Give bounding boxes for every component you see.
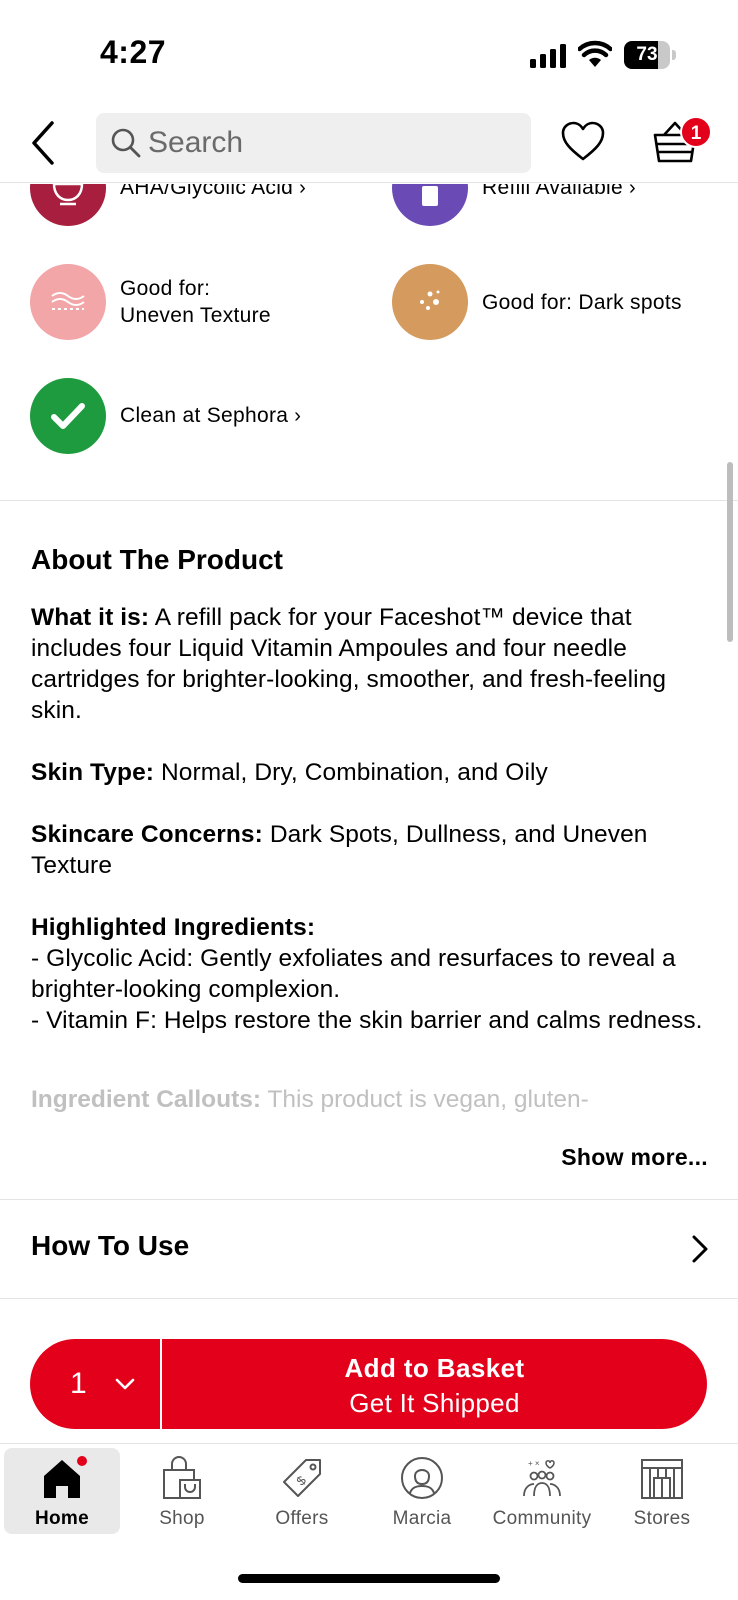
feature-label: AHA/Glycolic Acid [120,184,294,199]
add-to-basket-label: Add to Basket [344,1353,525,1383]
nav-label: Home [35,1508,89,1529]
texture-icon [30,264,106,340]
show-more-link[interactable]: Show more... [561,1144,708,1171]
basket-count-badge: 1 [680,116,712,148]
ingredient-item: - Glycolic Acid: Gently exfoliates and r… [31,945,676,1003]
feature-label-line2: Uneven Texture [120,304,271,327]
chevron-right-icon: › [629,184,636,199]
highlighted-ingredients: Highlighted Ingredients: - Glycolic Acid… [31,912,711,1036]
dots-icon [392,264,468,340]
feature-dark-spots: Good for: Dark spots [392,264,682,340]
shipping-label: Get It Shipped [349,1388,520,1418]
chevron-right-icon: › [294,405,302,427]
what-label: What it is: [31,604,150,631]
quantity-selector[interactable]: 1 [30,1339,160,1429]
tag-icon: $ [283,1459,321,1497]
community-icon: + × [523,1459,561,1497]
nav-label: Offers [275,1508,329,1529]
how-to-use-label: How To Use [31,1230,190,1261]
svg-text:+ ×: + × [528,1459,540,1468]
ingredient-item: - Vitamin F: Helps restore the skin barr… [31,1007,703,1034]
ingredient-callouts: Ingredient Callouts: This product is veg… [31,1084,711,1115]
feature-label: Clean at Sephora [120,404,289,427]
chevron-down-icon [115,1378,135,1390]
about-title: About The Product [31,544,283,575]
shopping-bag-icon [163,1456,201,1499]
skin-type: Skin Type: Normal, Dry, Combination, and… [31,757,711,788]
feature-refill-available[interactable]: Refill Available › [392,184,636,226]
concerns-label: Skincare Concerns: [31,821,263,848]
search-icon [111,128,141,158]
divider [0,500,738,501]
how-to-use-row[interactable]: How To Use [0,1200,738,1300]
callouts-text: This product is vegan, gluten- [261,1086,589,1113]
feature-aha-glycolic[interactable]: AHA/Glycolic Acid › [30,184,306,226]
status-time: 4:27 [100,34,167,70]
feature-label: Good for: Dark spots [482,290,682,314]
chevron-right-icon: › [299,184,307,199]
notification-dot [77,1456,87,1466]
about-body: What it is: A refill pack for your Faces… [31,602,711,1036]
nav-home[interactable]: Home [4,1448,120,1534]
nav-profile[interactable]: Marcia [364,1448,480,1534]
status-bar: 4:27 73 [0,0,738,105]
bowl-icon [30,184,106,226]
what-it-is: What it is: A refill pack for your Faces… [31,602,711,726]
nav-shop[interactable]: Shop [124,1448,240,1534]
cellular-signal-icon [530,44,566,68]
wifi-icon [578,40,612,67]
add-to-basket-button[interactable]: Add to Basket Get It Shipped [162,1339,707,1429]
feature-label: Refill Available [482,184,623,199]
nav-stores[interactable]: Stores [604,1448,720,1534]
store-icon [641,1459,683,1499]
nav-label: Community [492,1508,592,1529]
callouts-label: Ingredient Callouts: [31,1086,262,1113]
back-arrow-icon[interactable] [24,115,64,171]
chevron-right-icon [692,1235,708,1263]
nav-offers[interactable]: $ Offers [244,1448,360,1534]
profile-icon [401,1457,443,1499]
add-to-basket-bar: 1 Add to Basket Get It Shipped [30,1339,707,1429]
ingredients-label: Highlighted Ingredients: [31,914,316,941]
battery-level: 73 [636,44,658,65]
quantity-value: 1 [70,1367,87,1400]
skin-type-text: Normal, Dry, Combination, and Oily [154,759,548,786]
skin-type-label: Skin Type: [31,759,155,786]
feature-label-line1: Good for: [120,277,211,300]
feature-clean-at-sephora[interactable]: Clean at Sephora › [30,378,301,454]
search-input[interactable] [148,113,508,173]
product-content: AHA/Glycolic Acid › Refill Available › Goo… [0,184,738,1318]
nav-label: Shop [159,1508,205,1529]
bottle-icon [392,184,468,226]
skincare-concerns: Skincare Concerns: Dark Spots, Dullness,… [31,819,711,881]
checkmark-icon [30,378,106,454]
top-header [0,105,738,183]
battery-indicator: 73 [624,41,676,69]
divider [0,1298,738,1299]
scrollbar[interactable] [727,462,733,642]
nav-community[interactable]: + × Community [484,1448,600,1534]
home-indicator[interactable] [238,1574,500,1583]
nav-label: Marcia [392,1508,452,1529]
search-bar[interactable] [96,113,531,173]
nav-label: Stores [633,1508,691,1529]
feature-uneven-texture: Good for: Uneven Texture [30,264,271,340]
heart-icon[interactable] [560,119,606,165]
